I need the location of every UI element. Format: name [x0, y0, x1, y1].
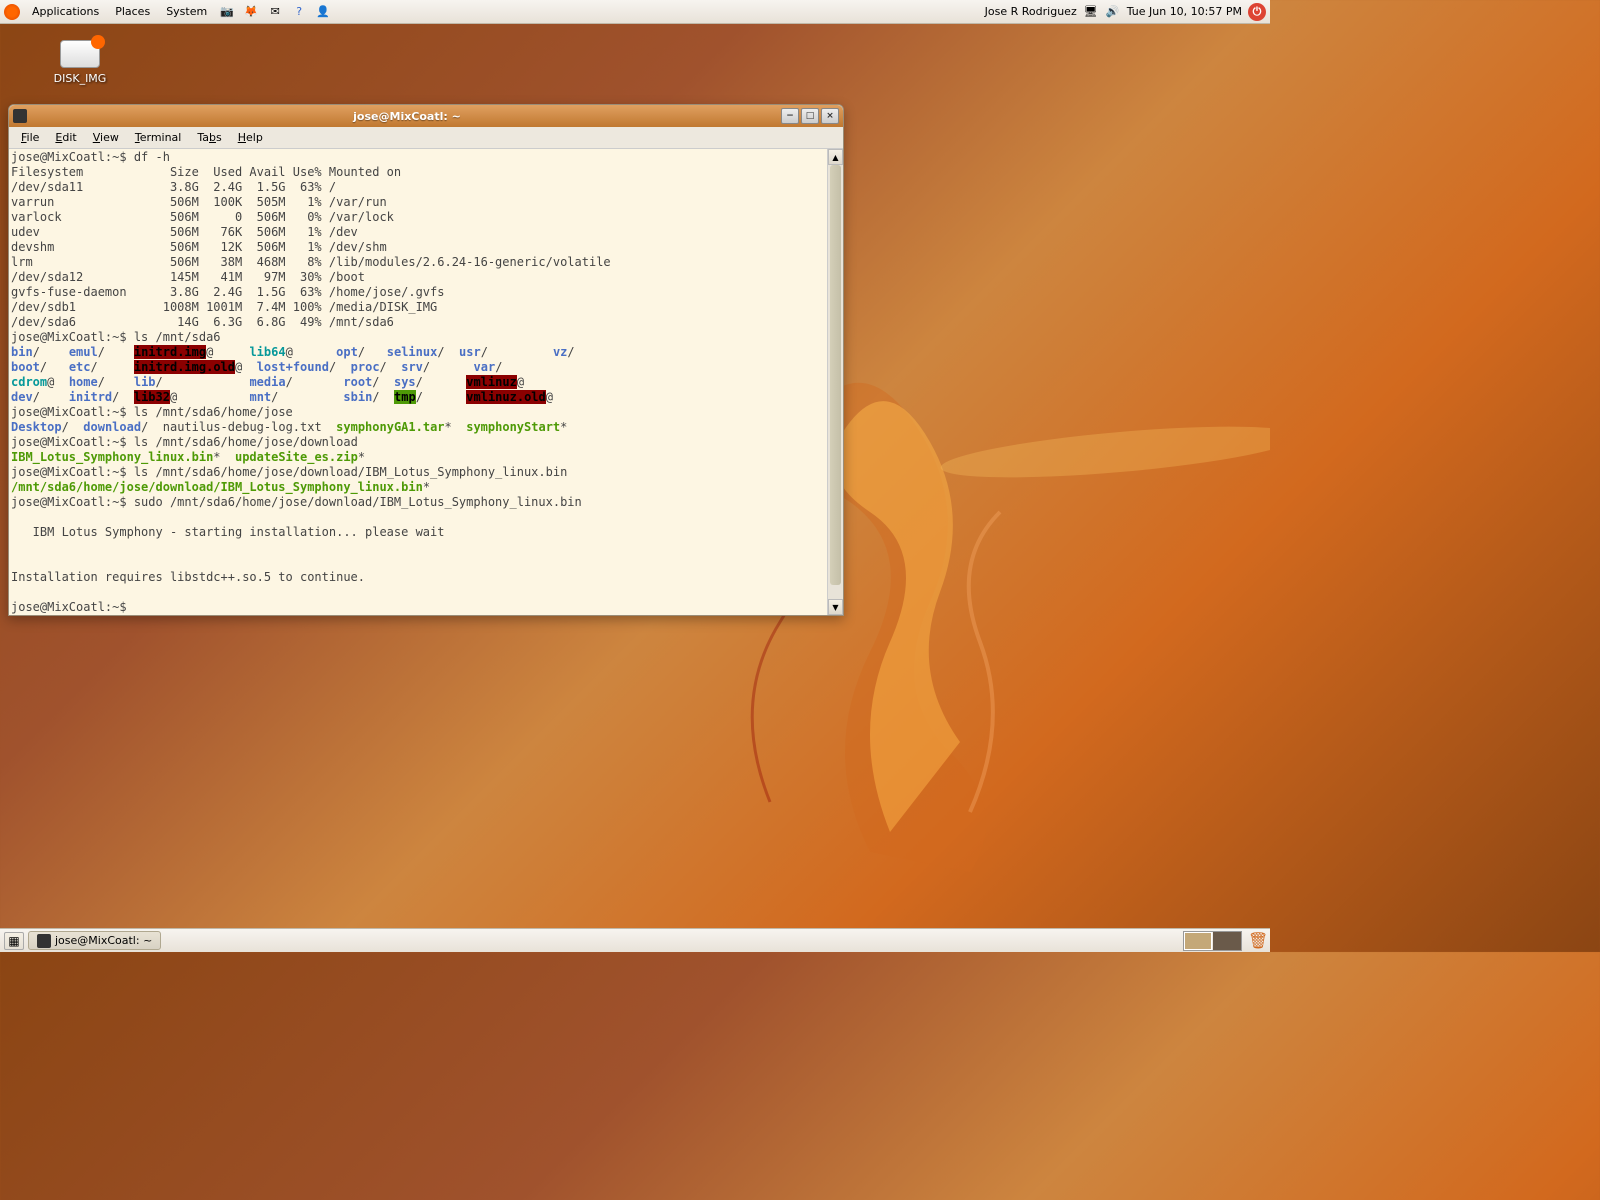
menubar: File Edit View Terminal Tabs Help [9, 127, 843, 149]
pidgin-launcher-icon[interactable]: 👤 [315, 4, 331, 20]
terminal-task-icon [37, 934, 51, 948]
taskbar-terminal[interactable]: jose@MixCoatl: ~ [28, 931, 161, 950]
menu-help[interactable]: Help [232, 129, 269, 146]
menu-terminal[interactable]: Terminal [129, 129, 188, 146]
window-icon [13, 109, 27, 123]
volume-icon[interactable]: 🔊 [1105, 4, 1121, 20]
menu-tabs[interactable]: Tabs [191, 129, 227, 146]
window-title: jose@MixCoatl: ~ [33, 110, 781, 123]
system-menu[interactable]: System [162, 3, 211, 20]
terminal-window: jose@MixCoatl: ~ − □ × File Edit View Te… [8, 104, 844, 616]
menu-file[interactable]: File [15, 129, 45, 146]
terminal-output[interactable]: jose@MixCoatl:~$ df -h Filesystem Size U… [9, 149, 827, 615]
screenshot-launcher-icon[interactable]: 📷 [219, 4, 235, 20]
ubuntu-logo-icon[interactable] [4, 4, 20, 20]
disk-icon-label: DISK_IMG [40, 72, 120, 85]
evolution-launcher-icon[interactable]: ✉ [267, 4, 283, 20]
clock[interactable]: Tue Jun 10, 10:57 PM [1127, 5, 1242, 18]
network-icon[interactable]: 🖥 [1083, 4, 1099, 20]
disk-icon [60, 40, 100, 68]
workspace-switcher [1183, 931, 1242, 951]
power-button-icon[interactable]: ⏻ [1248, 3, 1266, 21]
places-menu[interactable]: Places [111, 3, 154, 20]
workspace-1[interactable] [1184, 932, 1212, 950]
taskbar-terminal-label: jose@MixCoatl: ~ [55, 934, 152, 947]
menu-edit[interactable]: Edit [49, 129, 82, 146]
scroll-up-button[interactable]: ▲ [828, 149, 843, 165]
maximize-button[interactable]: □ [801, 108, 819, 124]
top-panel: Applications Places System 📷 🦊 ✉ ? 👤 Jos… [0, 0, 1270, 24]
show-desktop-button[interactable]: ▦ [4, 932, 24, 950]
menu-view[interactable]: View [87, 129, 125, 146]
scroll-down-button[interactable]: ▼ [828, 599, 843, 615]
user-name[interactable]: Jose R Rodriguez [985, 5, 1077, 18]
close-button[interactable]: × [821, 108, 839, 124]
workspace-2[interactable] [1213, 932, 1241, 950]
help-launcher-icon[interactable]: ? [291, 4, 307, 20]
applications-menu[interactable]: Applications [28, 3, 103, 20]
firefox-launcher-icon[interactable]: 🦊 [243, 4, 259, 20]
minimize-button[interactable]: − [781, 108, 799, 124]
trash-icon[interactable]: 🗑 [1248, 932, 1266, 950]
disk-img-desktop-icon[interactable]: DISK_IMG [40, 40, 120, 85]
terminal-scrollbar[interactable]: ▲ ▼ [827, 149, 843, 615]
bottom-panel: ▦ jose@MixCoatl: ~ 🗑 [0, 928, 1270, 952]
scroll-thumb[interactable] [830, 165, 841, 585]
titlebar[interactable]: jose@MixCoatl: ~ − □ × [9, 105, 843, 127]
